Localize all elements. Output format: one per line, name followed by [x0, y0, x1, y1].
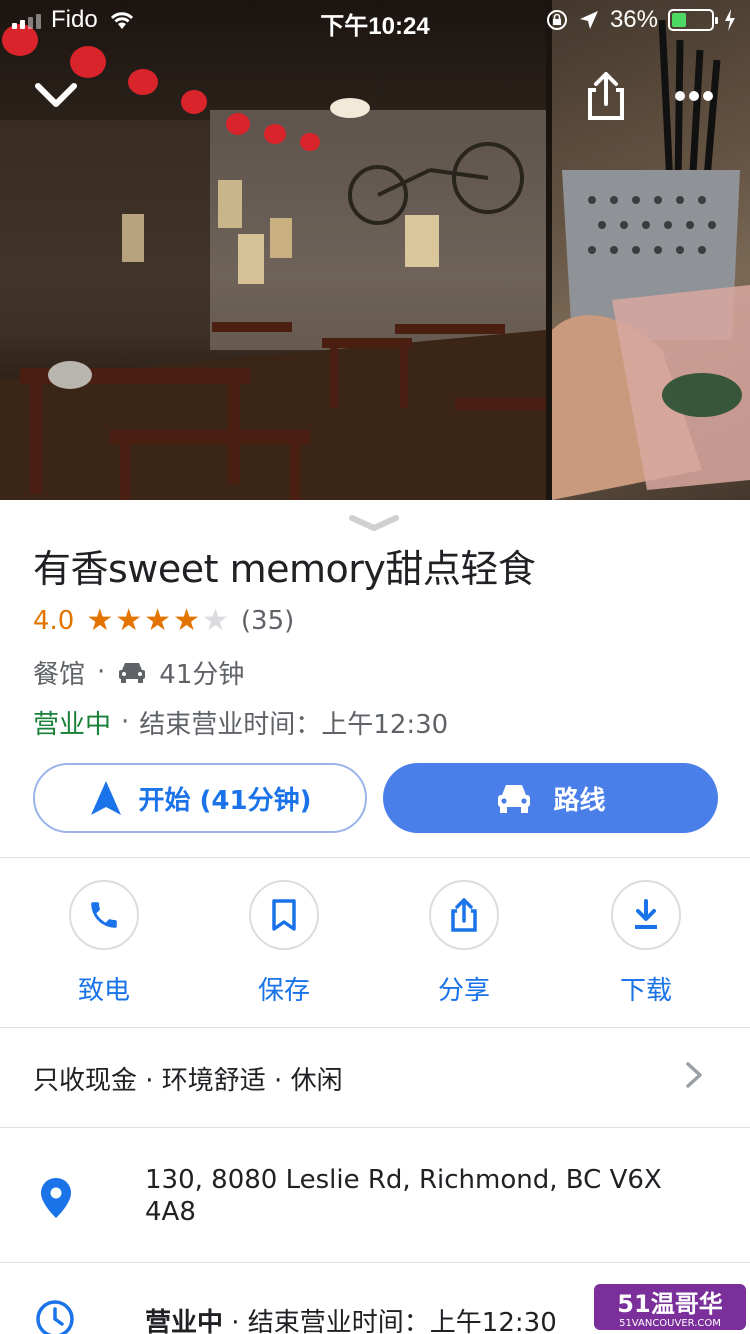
- share-photo-button[interactable]: [580, 68, 632, 124]
- open-status: 营业中: [33, 709, 112, 740]
- action-bar: 致电 保存 分享 下载: [0, 880, 750, 1010]
- route-label: 路线: [553, 785, 606, 816]
- separator: ·: [121, 707, 130, 737]
- divider: [0, 1262, 750, 1263]
- review-count: (35): [240, 606, 295, 636]
- sheet-drag-handle[interactable]: [346, 512, 402, 534]
- car-icon: [498, 785, 531, 813]
- share-icon: [588, 72, 624, 120]
- location-arrow-icon: [579, 11, 598, 29]
- open-status: 营业中: [145, 1308, 224, 1334]
- battery-percent: 36%: [609, 6, 658, 33]
- save-button[interactable]: 保存: [214, 880, 354, 1007]
- chevron-down-icon: [349, 515, 399, 531]
- star-filled-icon: ★: [115, 603, 143, 638]
- place-title: 有香sweet memory甜点轻食: [33, 547, 536, 591]
- download-icon: [635, 899, 657, 929]
- car-icon: [119, 663, 146, 683]
- chevron-down-icon: [35, 83, 77, 107]
- collapse-button[interactable]: [30, 70, 82, 122]
- phone-icon: [91, 902, 117, 928]
- rating-row[interactable]: 4.0 ★ ★ ★ ★ ★ (35): [33, 603, 294, 639]
- place-category: 餐馆: [33, 659, 86, 690]
- divider: [0, 857, 750, 858]
- star-filled-icon: ★: [86, 603, 114, 638]
- charging-icon: [725, 9, 735, 31]
- attributes-text: 只收现金 · 环境舒适 · 休闲: [33, 1066, 343, 1096]
- watermark-sub: 51VANCOUVER.COM: [619, 1318, 721, 1329]
- location-pin-icon: [41, 1178, 71, 1218]
- watermark-main: 51温哥华: [617, 1290, 722, 1318]
- more-options-button[interactable]: [668, 72, 720, 120]
- share-label: 分享: [437, 976, 490, 1006]
- drive-time: 41分钟: [159, 659, 245, 690]
- hours-summary[interactable]: 营业中 · 结束营业时间：上午12:30: [33, 704, 448, 740]
- closing-time: 结束营业时间：上午12:30: [139, 709, 449, 740]
- star-empty-icon: ★: [201, 603, 229, 638]
- separator: ·: [97, 657, 106, 687]
- hours-detail: 营业中 · 结束营业时间：上午12:30: [145, 1302, 557, 1334]
- attributes-row[interactable]: 只收现金 · 环境舒适 · 休闲: [0, 1028, 750, 1126]
- star-filled-icon: ★: [144, 603, 172, 638]
- navigation-arrow-icon: [90, 781, 121, 815]
- battery-icon: [668, 9, 718, 31]
- download-button[interactable]: 下载: [576, 880, 716, 1007]
- rotation-lock-icon: [546, 10, 567, 30]
- download-label: 下载: [619, 976, 672, 1006]
- save-label: 保存: [257, 976, 310, 1006]
- address-row[interactable]: 130, 8080 Leslie Rd, Richmond, BC V6X 4A…: [0, 1128, 750, 1262]
- star-filled-icon: ★: [173, 603, 200, 638]
- category-row: 餐馆 · 41分钟: [33, 654, 244, 690]
- start-navigation-button[interactable]: 开始 (41分钟): [33, 763, 367, 833]
- share-icon: [451, 898, 477, 932]
- start-label: 开始 (41分钟): [138, 785, 312, 816]
- site-watermark-logo: 51温哥华 51VANCOUVER.COM: [594, 1284, 746, 1330]
- rating-stars: ★ ★ ★ ★ ★: [86, 606, 229, 636]
- call-button[interactable]: 致电: [34, 880, 174, 1007]
- closing-time: · 结束营业时间：上午12:30: [223, 1308, 557, 1334]
- more-icon: [675, 91, 713, 101]
- directions-button[interactable]: 路线: [383, 763, 718, 833]
- share-button[interactable]: 分享: [394, 880, 534, 1007]
- call-label: 致电: [77, 976, 130, 1006]
- rating-value: 4.0: [33, 606, 75, 636]
- photo-carousel[interactable]: Fido 下午10:24 36%: [0, 0, 750, 500]
- bookmark-icon: [272, 899, 296, 931]
- status-bar: Fido 下午10:24 36%: [0, 0, 750, 40]
- address-text: 130, 8080 Leslie Rd, Richmond, BC V6X 4A…: [145, 1165, 662, 1227]
- chevron-right-icon: [686, 1062, 702, 1088]
- clock-icon: [36, 1300, 74, 1334]
